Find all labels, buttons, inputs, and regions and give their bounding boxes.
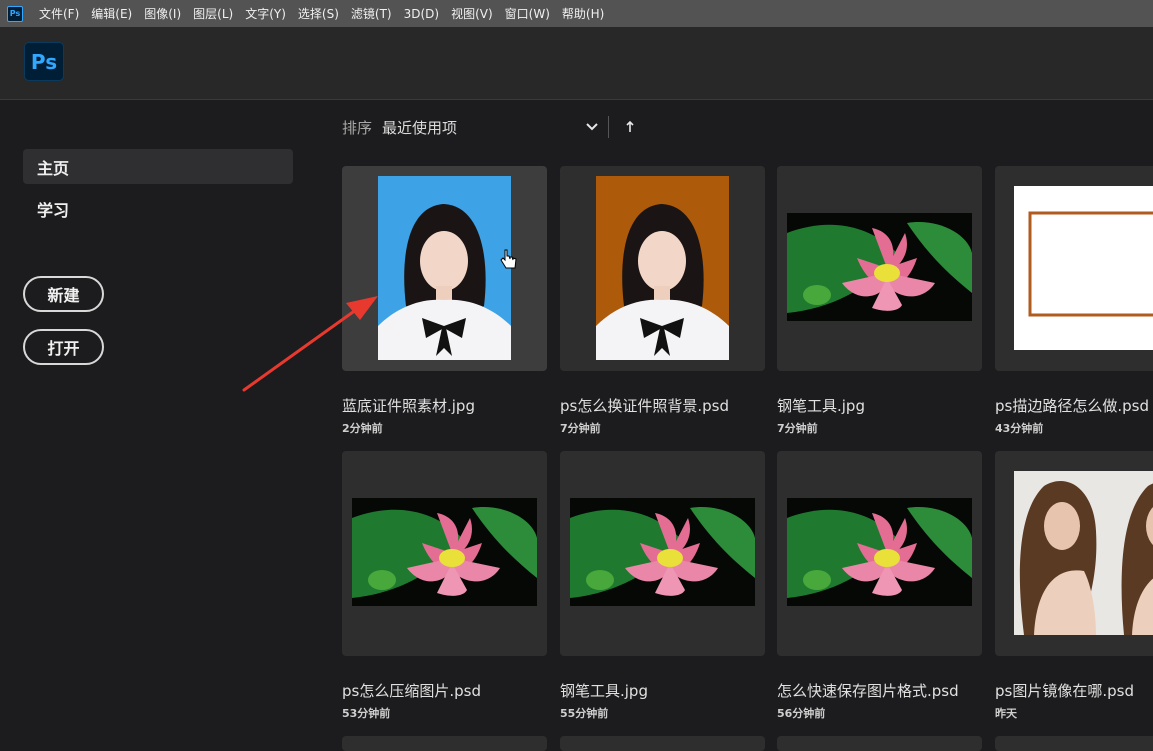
menu-image[interactable]: 图像(I)	[138, 5, 187, 22]
menu-window[interactable]: 窗口(W)	[499, 5, 556, 22]
photoshop-app-icon[interactable]: Ps	[7, 5, 23, 22]
sidebar: 主页 学习 新建 打开	[0, 100, 320, 751]
file-card[interactable]	[777, 736, 982, 751]
file-name[interactable]: 蓝底证件照素材.jpg	[342, 395, 475, 416]
file-name[interactable]: 钢笔工具.jpg	[560, 680, 648, 701]
new-button[interactable]: 新建	[23, 276, 104, 312]
menu-file[interactable]: 文件(F)	[33, 5, 85, 22]
file-thumbnail	[378, 176, 511, 360]
file-time: 43分钟前	[995, 422, 1044, 435]
file-time: 56分钟前	[777, 707, 826, 720]
file-card[interactable]	[342, 451, 547, 656]
file-card[interactable]	[560, 166, 765, 371]
menu-layer[interactable]: 图层(L)	[187, 5, 239, 22]
sort-bar: 排序 最近使用项	[342, 116, 637, 138]
menu-help[interactable]: 帮助(H)	[556, 5, 610, 22]
hand-cursor-icon	[500, 249, 517, 269]
file-thumbnail	[787, 498, 972, 606]
menu-filter[interactable]: 滤镜(T)	[345, 5, 398, 22]
file-name[interactable]: 怎么快速保存图片格式.psd	[777, 680, 959, 701]
file-card[interactable]	[560, 451, 765, 656]
file-card[interactable]	[995, 736, 1153, 751]
home-header: Ps	[0, 27, 1153, 100]
file-card[interactable]	[995, 166, 1153, 371]
file-card[interactable]	[995, 451, 1153, 656]
file-name[interactable]: ps怎么压缩图片.psd	[342, 680, 481, 701]
menu-select[interactable]: 选择(S)	[292, 5, 345, 22]
sidebar-item-home[interactable]: 主页	[23, 149, 293, 184]
file-thumbnail	[352, 498, 537, 606]
file-name[interactable]: 钢笔工具.jpg	[777, 395, 865, 416]
file-name[interactable]: ps怎么换证件照背景.psd	[560, 395, 729, 416]
file-time: 55分钟前	[560, 707, 609, 720]
photoshop-logo: Ps	[24, 42, 64, 81]
file-time: 53分钟前	[342, 707, 391, 720]
sort-dropdown[interactable]: 最近使用项	[382, 117, 580, 138]
sort-divider	[608, 116, 610, 138]
chevron-down-icon[interactable]	[584, 119, 600, 135]
file-time: 昨天	[995, 707, 1017, 720]
file-card[interactable]	[560, 736, 765, 751]
menu-3d[interactable]: 3D(D)	[398, 7, 445, 21]
file-card[interactable]	[342, 166, 547, 371]
menu-view[interactable]: 视图(V)	[445, 5, 499, 22]
file-time: 7分钟前	[777, 422, 818, 435]
arrow-up-icon[interactable]	[623, 120, 637, 134]
file-card[interactable]	[777, 451, 982, 656]
open-button[interactable]: 打开	[23, 329, 104, 365]
file-thumbnail	[570, 498, 755, 606]
recent-files-area: 排序 最近使用项 蓝底证件照素材.jpg 2分钟前 ps怎么换证件照背景.psd…	[320, 100, 1153, 751]
file-name[interactable]: ps描边路径怎么做.psd	[995, 395, 1149, 416]
file-thumbnail	[787, 213, 972, 321]
file-name[interactable]: ps图片镜像在哪.psd	[995, 680, 1134, 701]
sort-label: 排序	[342, 118, 373, 137]
sidebar-item-learn[interactable]: 学习	[23, 191, 293, 226]
menu-type[interactable]: 文字(Y)	[239, 5, 292, 22]
file-time: 2分钟前	[342, 422, 383, 435]
file-time: 7分钟前	[560, 422, 601, 435]
file-thumbnail	[1014, 471, 1153, 635]
file-card[interactable]	[777, 166, 982, 371]
file-thumbnail	[596, 176, 729, 360]
menu-edit[interactable]: 编辑(E)	[85, 5, 138, 22]
file-thumbnail	[1014, 186, 1153, 350]
file-card[interactable]	[342, 736, 547, 751]
menu-bar: Ps 文件(F) 编辑(E) 图像(I) 图层(L) 文字(Y) 选择(S) 滤…	[0, 0, 1153, 27]
